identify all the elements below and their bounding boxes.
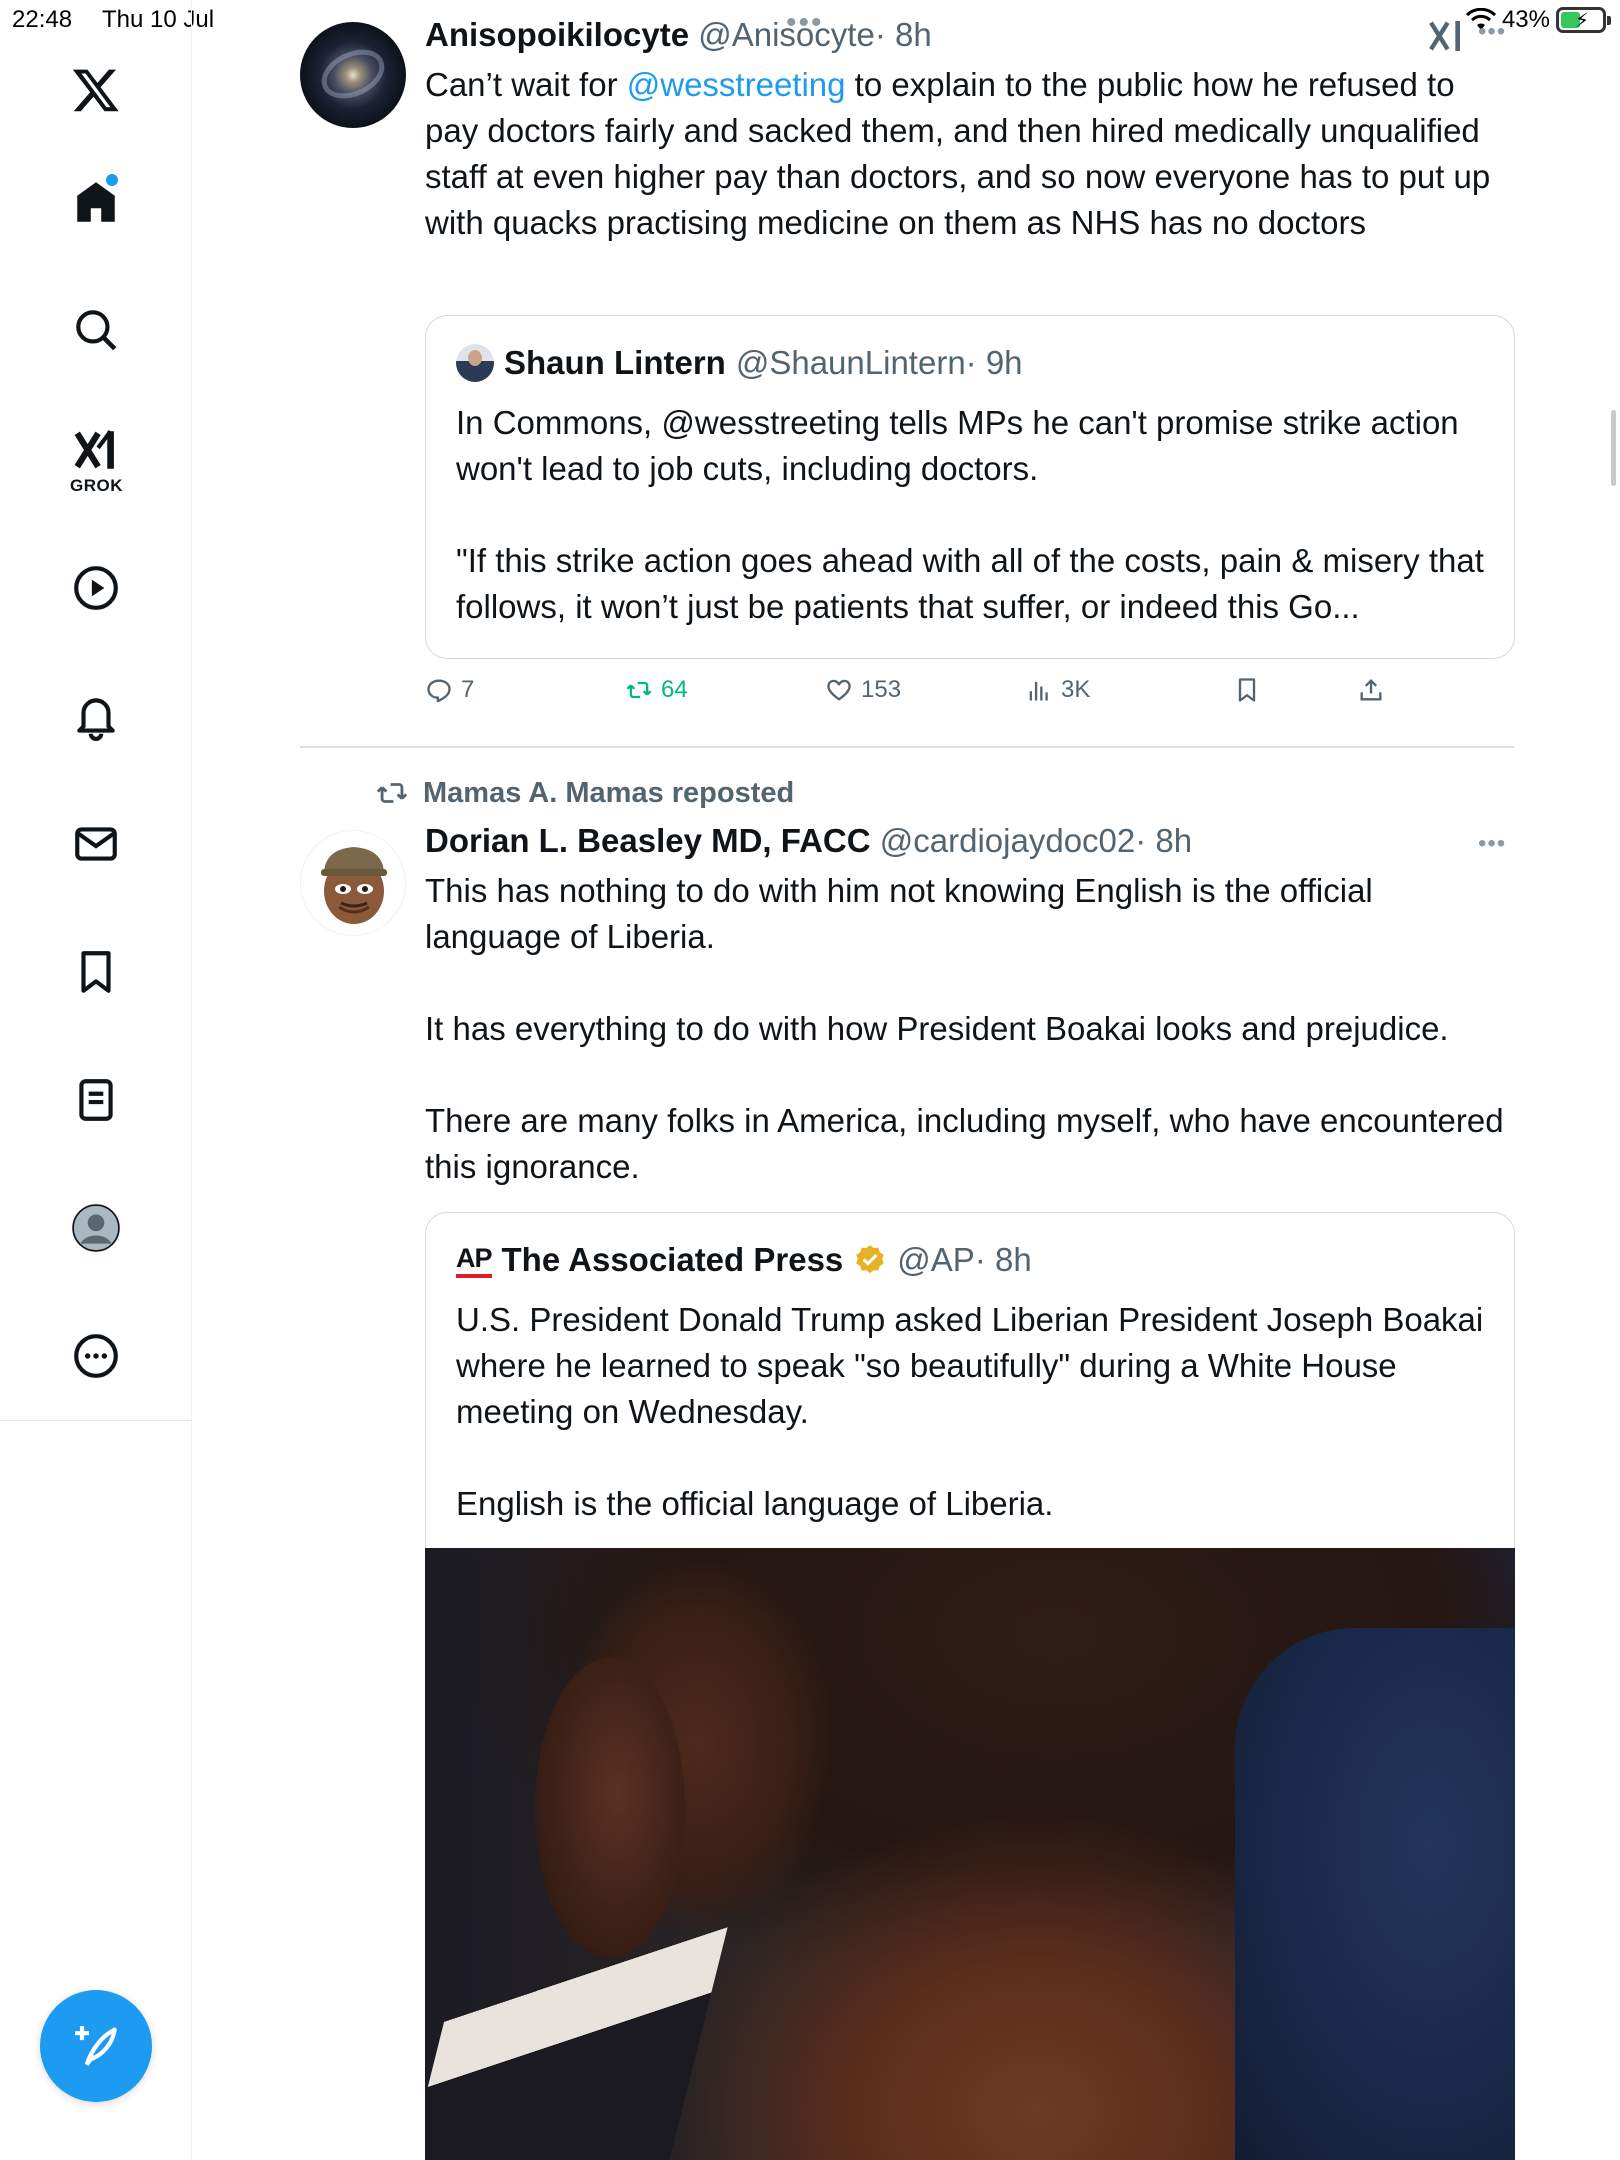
x-logo-icon[interactable]: [60, 54, 132, 126]
quote-header: AP The Associated Press @AP · 8h: [456, 1241, 1032, 1279]
quote-text: In Commons, @wesstreeting tells MPs he c…: [456, 404, 1484, 625]
image-region-ear: [535, 1658, 685, 1958]
quoted-post[interactable]: Shaun Lintern @ShaunLintern · 9h In Commo…: [425, 315, 1515, 659]
author-handle[interactable]: @Anisocyte: [698, 16, 875, 53]
scrollbar-thumb[interactable]: [1611, 410, 1616, 486]
quote-header: Shaun Lintern @ShaunLintern · 9h: [456, 344, 1023, 382]
more-options-icon[interactable]: •••: [1478, 830, 1506, 858]
charging-bolt-icon: ⚡: [1575, 10, 1590, 32]
repost-count: 64: [661, 676, 688, 703]
avatar: [456, 344, 494, 382]
repost-icon: [376, 783, 408, 803]
author-handle: @ShaunLintern: [735, 344, 966, 381]
reply-count: 7: [461, 676, 475, 703]
reply-button[interactable]: 7: [425, 676, 474, 704]
compose-button[interactable]: [40, 1990, 152, 2102]
post-text-prefix: Can’t wait for: [425, 66, 627, 103]
list-icon: [79, 1079, 113, 1121]
reposted-by-label[interactable]: Mamas A. Mamas reposted: [423, 777, 794, 810]
unread-dot: [106, 174, 118, 186]
like-count: 153: [861, 676, 902, 703]
views-button[interactable]: 3K: [1025, 676, 1090, 704]
author-handle: @AP: [897, 1241, 975, 1278]
avatar-icon: [72, 1204, 120, 1252]
compose-icon: [75, 2026, 117, 2066]
bookmark-button[interactable]: [1233, 676, 1261, 704]
heart-icon: [827, 679, 851, 701]
sidebar-item-bookmarks[interactable]: [60, 936, 132, 1008]
sidebar-item-more[interactable]: [60, 1320, 132, 1392]
bell-icon: [77, 698, 115, 741]
avatar[interactable]: [300, 830, 406, 936]
repost-indicator: Mamas A. Mamas reposted: [375, 776, 794, 810]
grok-icon: [74, 430, 114, 469]
post-divider: [300, 746, 1514, 748]
envelope-icon: [75, 827, 117, 861]
grok-icon[interactable]: [1426, 16, 1466, 56]
battery-icon: ⚡: [1556, 7, 1611, 33]
post-time: · 8h: [974, 1241, 1032, 1278]
image-region-suit: [1235, 1628, 1515, 2160]
author-name[interactable]: Dorian L. Beasley MD, FACC: [425, 822, 871, 859]
share-icon: [1360, 679, 1382, 701]
sidebar-item-profile[interactable]: [60, 1192, 132, 1264]
avatar[interactable]: [300, 22, 406, 128]
post-media-image[interactable]: [425, 1548, 1515, 2160]
post-time: · 9h: [965, 344, 1023, 381]
sidebar-item-home[interactable]: [60, 166, 132, 238]
bookmark-icon: [1238, 678, 1256, 702]
sidebar-item-grok-label: GROK: [70, 476, 123, 495]
sidebar-item-video[interactable]: [60, 552, 132, 624]
sidebar-item-lists[interactable]: [60, 1064, 132, 1136]
more-circle-icon: [74, 1334, 118, 1378]
sidebar-divider: [0, 1420, 192, 1421]
quote-text: U.S. President Donald Trump asked Liberi…: [456, 1301, 1484, 1522]
galaxy-arm: [313, 40, 393, 108]
action-bar: 7 64 153 3K: [425, 676, 1385, 716]
sidebar-item-explore[interactable]: [60, 294, 132, 366]
sidebar-item-messages[interactable]: [60, 808, 132, 880]
more-options-icon[interactable]: •••: [1478, 18, 1506, 46]
battery-percent: 43%: [1501, 6, 1550, 33]
post-time[interactable]: · 8h: [1135, 822, 1192, 859]
repost-button[interactable]: 64: [625, 676, 688, 704]
sidebar-item-notifications[interactable]: [60, 680, 132, 752]
bookmark-icon: [81, 951, 111, 993]
post-time[interactable]: · 8h: [875, 16, 932, 53]
verified-gold-icon: [856, 1245, 885, 1274]
author-name: The Associated Press: [501, 1241, 844, 1278]
post-header: Anisopoikilocyte @Anisocyte· 8h: [425, 16, 932, 54]
views-count: 3K: [1061, 676, 1091, 703]
like-button[interactable]: 153: [825, 676, 901, 704]
post-text: Can’t wait for @wesstreeting to explain …: [425, 62, 1515, 246]
post-text: This has nothing to do with him not know…: [425, 872, 1504, 1185]
play-icon: [74, 566, 118, 610]
reply-icon: [427, 679, 451, 703]
ap-logo: AP: [456, 1243, 493, 1278]
repost-icon: [626, 681, 652, 699]
sidebar: GROK: [0, 0, 192, 2160]
post-header: Dorian L. Beasley MD, FACC @cardiojaydoc…: [425, 822, 1192, 860]
mention-link[interactable]: @wesstreeting: [627, 66, 846, 103]
author-name[interactable]: Anisopoikilocyte: [425, 16, 689, 53]
bitmoji-avatar-icon: [321, 847, 387, 924]
views-icon: [1029, 681, 1048, 701]
author-handle[interactable]: @cardiojaydoc02: [880, 822, 1135, 859]
author-name: Shaun Lintern: [504, 344, 726, 381]
share-button[interactable]: [1357, 676, 1385, 704]
search-icon: [76, 310, 117, 351]
